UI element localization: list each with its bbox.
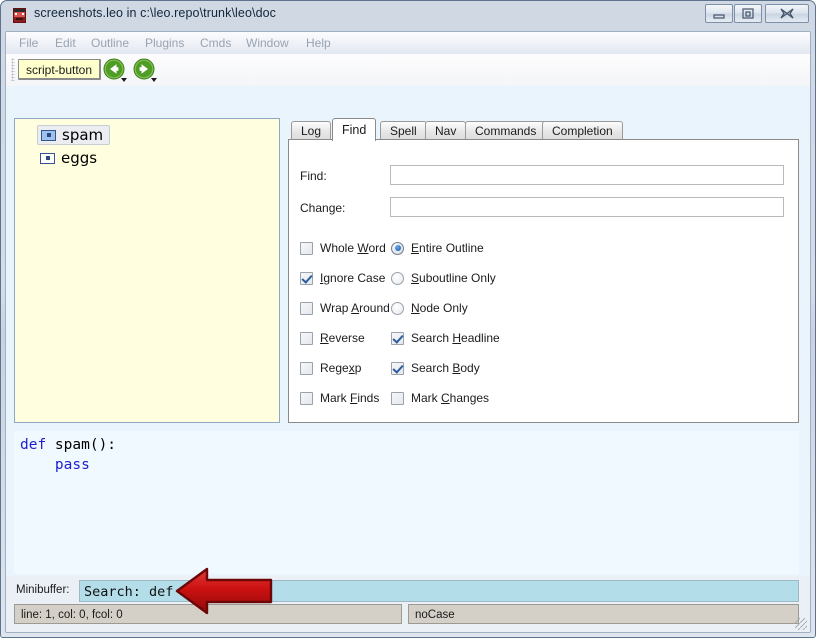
checkbox-reverse[interactable] [300, 331, 313, 345]
option-label: Wrap Around [320, 301, 390, 315]
window-title: screenshots.leo in c:\leo.repo\trunk\leo… [34, 6, 277, 20]
radio-node-only[interactable] [391, 301, 404, 315]
minibuffer-value: Search: def [84, 584, 174, 600]
option-label: Search Body [411, 361, 480, 375]
radio-entire-outline[interactable] [391, 241, 404, 255]
tree-node-spam[interactable]: spam [37, 125, 111, 145]
option-entire-outline[interactable]: Entire Outline [391, 241, 484, 255]
tree-node-label: eggs [61, 148, 98, 167]
option-reverse[interactable]: Reverse [300, 331, 365, 345]
find-field-label: Find: [300, 169, 327, 183]
option-whole-word[interactable]: Whole Word [300, 241, 386, 255]
body-source-text: def spam(): pass [20, 435, 116, 475]
tree-node-label: spam [62, 125, 104, 144]
menu-outline[interactable]: Outline [86, 35, 134, 51]
menu-edit[interactable]: Edit [50, 35, 81, 51]
main-area: spam eggs Log Find Spell Nav Commands Co… [6, 86, 810, 576]
toolbar: script-button [6, 54, 810, 87]
tab-spell[interactable]: Spell [380, 121, 427, 140]
green-back-arrow-icon [103, 58, 125, 80]
checkbox-search-headline[interactable] [391, 331, 404, 345]
option-label: Regexp [320, 361, 362, 375]
leo-app-icon [11, 7, 28, 24]
body-line2-indent [20, 457, 55, 473]
back-button[interactable] [103, 58, 129, 84]
body-line1-rest: spam(): [46, 437, 117, 453]
find-tab-panel: Find: Change: Whole Word Ignore Case Wra… [288, 139, 799, 423]
checkbox-ignore-case[interactable] [300, 271, 313, 285]
menu-bar: File Edit Outline Plugins Cmds Window He… [6, 32, 810, 55]
option-label: Whole Word [320, 241, 386, 255]
checkbox-wrap-around[interactable] [300, 301, 313, 315]
close-icon [780, 8, 794, 19]
radio-suboutline-only[interactable] [391, 271, 404, 285]
maximize-button[interactable] [734, 4, 762, 23]
node-icon-eggs [40, 152, 55, 164]
application-window: screenshots.leo in c:\leo.repo\trunk\leo… [0, 0, 816, 638]
tab-find[interactable]: Find [332, 118, 377, 141]
option-label: Reverse [320, 331, 365, 345]
title-bar: screenshots.leo in c:\leo.repo\trunk\leo… [1, 1, 816, 31]
option-label: Suboutline Only [411, 271, 496, 285]
green-forward-arrow-icon [133, 58, 155, 80]
option-mark-finds[interactable]: Mark Finds [300, 391, 379, 405]
menu-plugins[interactable]: Plugins [140, 35, 189, 51]
option-label: Mark Finds [320, 391, 380, 405]
tab-completion[interactable]: Completion [542, 121, 623, 140]
option-label: Entire Outline [411, 241, 484, 255]
option-regexp[interactable]: Regexp [300, 361, 361, 375]
option-label: Ignore Case [320, 271, 386, 285]
body-editor-pane[interactable]: def spam(): pass [14, 431, 799, 574]
maximize-icon [742, 8, 754, 19]
menu-cmds[interactable]: Cmds [195, 35, 236, 51]
resize-grip[interactable] [795, 618, 807, 630]
menu-help[interactable]: Help [301, 35, 336, 51]
checkbox-mark-changes[interactable] [391, 391, 404, 405]
change-field-label: Change: [300, 201, 346, 215]
find-input[interactable] [390, 165, 784, 185]
status-position: line: 1, col: 0, fcol: 0 [14, 604, 402, 624]
option-wrap-around[interactable]: Wrap Around [300, 301, 390, 315]
option-ignore-case[interactable]: Ignore Case [300, 271, 385, 285]
log-notebook: Log Find Spell Nav Commands Completion F… [288, 118, 799, 423]
option-suboutline-only[interactable]: Suboutline Only [391, 271, 496, 285]
option-label: Search Headline [411, 331, 500, 345]
option-search-body[interactable]: Search Body [391, 361, 480, 375]
forward-button[interactable] [133, 58, 159, 84]
checkbox-mark-finds[interactable] [300, 391, 313, 405]
status-bar: line: 1, col: 0, fcol: 0 noCase [6, 604, 810, 626]
checkbox-search-body[interactable] [391, 361, 404, 375]
option-node-only[interactable]: Node Only [391, 301, 468, 315]
minibuffer-row: Minibuffer: Search: def [6, 578, 810, 604]
status-mode: noCase [408, 604, 799, 624]
window-content: File Edit Outline Plugins Cmds Window He… [5, 31, 811, 633]
tree-node-eggs[interactable]: eggs [37, 148, 103, 168]
tab-strip: Log Find Spell Nav Commands Completion [288, 118, 799, 141]
option-search-headline[interactable]: Search Headline [391, 331, 500, 345]
body-keyword-pass: pass [54, 457, 90, 473]
option-label: Node Only [411, 301, 468, 315]
checkbox-whole-word[interactable] [300, 241, 313, 255]
minimize-icon [713, 14, 725, 19]
bottom-bars: Minibuffer: Search: def line: 1, col: 0,… [6, 576, 810, 632]
body-keyword-def: def [20, 437, 47, 453]
close-button[interactable] [765, 4, 809, 23]
tab-log[interactable]: Log [291, 121, 332, 140]
option-mark-changes[interactable]: Mark Changes [391, 391, 489, 405]
tab-nav[interactable]: Nav [425, 121, 467, 140]
menu-window[interactable]: Window [241, 35, 294, 51]
script-button[interactable]: script-button [18, 59, 102, 80]
toolbar-drag-handle[interactable] [11, 58, 15, 81]
minimize-button[interactable] [705, 4, 733, 23]
outline-tree-pane[interactable]: spam eggs [14, 118, 280, 423]
node-icon-spam [41, 129, 56, 141]
minibuffer-label: Minibuffer: [16, 584, 70, 596]
minibuffer-input[interactable]: Search: def [79, 580, 799, 602]
tab-commands[interactable]: Commands [465, 121, 547, 140]
change-input[interactable] [390, 197, 784, 217]
option-label: Mark Changes [411, 391, 490, 405]
menu-file[interactable]: File [14, 35, 43, 51]
checkbox-regexp[interactable] [300, 361, 313, 375]
